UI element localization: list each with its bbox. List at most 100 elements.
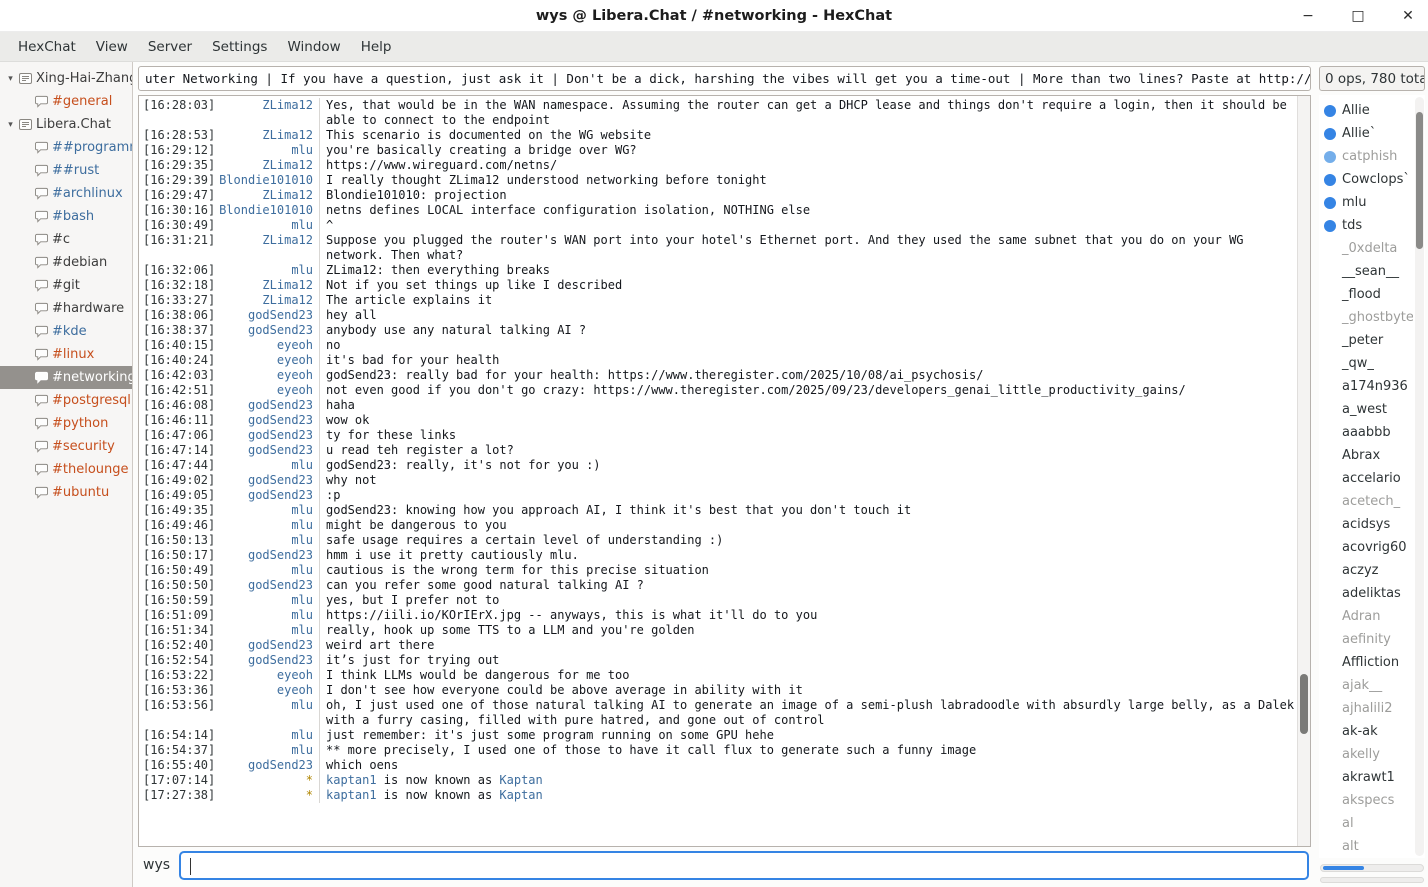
chat-line: [16:52:40]godSend23weird art there [141, 638, 1295, 653]
chat-message: godSend23: really, it's not for you :) [319, 458, 1295, 473]
sidebar-item-c[interactable]: #c [0, 228, 132, 251]
user-list-item[interactable]: aczyz [1324, 559, 1413, 582]
menu-window[interactable]: Window [277, 34, 350, 60]
user-list-item[interactable]: _0xdelta [1324, 237, 1413, 260]
sidebar-item-python[interactable]: #python [0, 412, 132, 435]
user-list-item[interactable]: a174n936 [1324, 375, 1413, 398]
sidebar-item-programming[interactable]: ##programming [0, 136, 132, 159]
sidebar-item-git[interactable]: #git [0, 274, 132, 297]
user-list-item[interactable]: Allie [1324, 99, 1413, 122]
message-input[interactable] [179, 851, 1309, 880]
message-link[interactable]: https://www.theregister.com/2025/10/08/a… [608, 368, 984, 382]
server-icon [18, 72, 36, 85]
sidebar-item-hardware[interactable]: #hardware [0, 297, 132, 320]
chat-line: [16:54:14]mlujust remember: it's just so… [141, 728, 1295, 743]
sidebar-item-ubuntu[interactable]: #ubuntu [0, 481, 132, 504]
chat-nick: eyeoh [219, 668, 319, 683]
sidebar-item-general[interactable]: #general [0, 90, 132, 113]
menu-help[interactable]: Help [351, 34, 402, 60]
chat-line: [16:28:03]ZLima12Yes, that would be in t… [141, 98, 1295, 128]
channel-icon [34, 417, 52, 430]
sidebar-item-archlinux[interactable]: #archlinux [0, 182, 132, 205]
userlist-hscrollbar-secondary[interactable] [1320, 877, 1424, 883]
user-list-item[interactable]: alt [1324, 835, 1413, 858]
sidebar-item-xing-hai-zhang[interactable]: ▾Xing-Hai-Zhang [0, 67, 132, 90]
close-button[interactable]: ✕ [1398, 9, 1418, 23]
chat-line: [16:31:21]ZLima12Suppose you plugged the… [141, 233, 1295, 263]
expander-icon[interactable]: ▾ [3, 120, 18, 130]
maximize-button[interactable]: □ [1348, 9, 1368, 23]
message-link[interactable]: https://iili.io/KOrIErX.jpg [326, 608, 521, 622]
user-list-item[interactable]: ak-ak [1324, 720, 1413, 743]
userlist-hscrollbar[interactable] [1320, 864, 1424, 872]
chat-timestamp: [16:50:49] [141, 563, 219, 578]
chat-message: ZLima12: then everything breaks [319, 263, 1295, 278]
expander-icon[interactable]: ▾ [3, 74, 18, 84]
user-list-item[interactable]: _ghostbyte [1324, 306, 1413, 329]
user-list-item[interactable]: _qw_ [1324, 352, 1413, 375]
user-nick: _ghostbyte [1342, 310, 1413, 325]
chat-scrollbar[interactable] [1297, 96, 1310, 846]
sidebar-item-debian[interactable]: #debian [0, 251, 132, 274]
user-list-item[interactable]: tds [1324, 214, 1413, 237]
sidebar-item-networking[interactable]: #networking [0, 366, 132, 389]
menu-server[interactable]: Server [138, 34, 202, 60]
user-list-item[interactable]: Affliction [1324, 651, 1413, 674]
user-list-item[interactable]: mlu [1324, 191, 1413, 214]
menu-hexchat[interactable]: HexChat [8, 34, 86, 60]
chat-nick: eyeoh [219, 338, 319, 353]
user-list-item[interactable]: aefinity [1324, 628, 1413, 651]
user-list-item[interactable]: _flood [1324, 283, 1413, 306]
user-list-item[interactable]: akrawt1 [1324, 766, 1413, 789]
user-list-item[interactable]: akspecs [1324, 789, 1413, 812]
chat-nick: godSend23 [219, 548, 319, 563]
user-list-item[interactable]: ajak__ [1324, 674, 1413, 697]
sidebar-item-linux[interactable]: #linux [0, 343, 132, 366]
user-list-item[interactable]: catphish [1324, 145, 1413, 168]
chat-nick: godSend23 [219, 308, 319, 323]
user-list-item[interactable]: al [1324, 812, 1413, 835]
userlist-hscrollbar-thumb[interactable] [1323, 866, 1364, 870]
message-link[interactable]: https://www.theregister.com/2025/09/23/d… [593, 383, 1185, 397]
sidebar-item-label: Libera.Chat [36, 117, 111, 132]
sidebar-item-bash[interactable]: #bash [0, 205, 132, 228]
user-list-item[interactable]: acidsys [1324, 513, 1413, 536]
user-list-item[interactable]: Abrax [1324, 444, 1413, 467]
sidebar-item-security[interactable]: #security [0, 435, 132, 458]
user-list-item[interactable]: __sean__ [1324, 260, 1413, 283]
user-list-item[interactable]: acovrig60 [1324, 536, 1413, 559]
sidebar-item-label: #git [52, 278, 80, 293]
menu-view[interactable]: View [86, 34, 138, 60]
chat-line: [16:32:18]ZLima12Not if you set things u… [141, 278, 1295, 293]
user-list-item[interactable]: a_west [1324, 398, 1413, 421]
sidebar-item-postgresql[interactable]: #postgresql [0, 389, 132, 412]
chat-line: [16:47:14]godSend23u read teh register a… [141, 443, 1295, 458]
user-list-item[interactable]: acetech_ [1324, 490, 1413, 513]
user-list-item[interactable]: Adran [1324, 605, 1413, 628]
user-list-item[interactable]: ajhalili2 [1324, 697, 1413, 720]
user-list-item[interactable]: _peter [1324, 329, 1413, 352]
sidebar-item-rust[interactable]: ##rust [0, 159, 132, 182]
user-list-item[interactable]: Allie` [1324, 122, 1413, 145]
sidebar-item-thelounge[interactable]: #thelounge [0, 458, 132, 481]
user-list-item[interactable]: adeliktas [1324, 582, 1413, 605]
chat-message: ** more precisely, I used one of those t… [319, 743, 1295, 758]
sidebar-item-kde[interactable]: #kde [0, 320, 132, 343]
user-list-item[interactable]: accelario [1324, 467, 1413, 490]
topic-input[interactable]: uter Networking | If you have a question… [138, 66, 1311, 91]
menu-settings[interactable]: Settings [202, 34, 277, 60]
message-link[interactable]: https://www.wireguard.com/netns/ [326, 158, 557, 172]
channel-icon [34, 233, 52, 246]
sidebar-item-libera-chat[interactable]: ▾ Libera.Chat [0, 113, 132, 136]
user-list-item[interactable]: akelly [1324, 743, 1413, 766]
user-list-item[interactable]: aaabbb [1324, 421, 1413, 444]
chat-scrollbar-thumb[interactable] [1300, 674, 1308, 734]
minimize-button[interactable]: − [1298, 9, 1318, 23]
user-nick: _0xdelta [1342, 241, 1397, 256]
user-list-item[interactable]: Cowclops` [1324, 168, 1413, 191]
chat-timestamp: [16:38:37] [141, 323, 219, 338]
userlist-scrollbar-thumb[interactable] [1416, 112, 1423, 249]
userlist-scrollbar[interactable] [1415, 97, 1424, 856]
chat-nick: godSend23 [219, 638, 319, 653]
chat-line: [16:30:16]Blondie101010netns defines LOC… [141, 203, 1295, 218]
